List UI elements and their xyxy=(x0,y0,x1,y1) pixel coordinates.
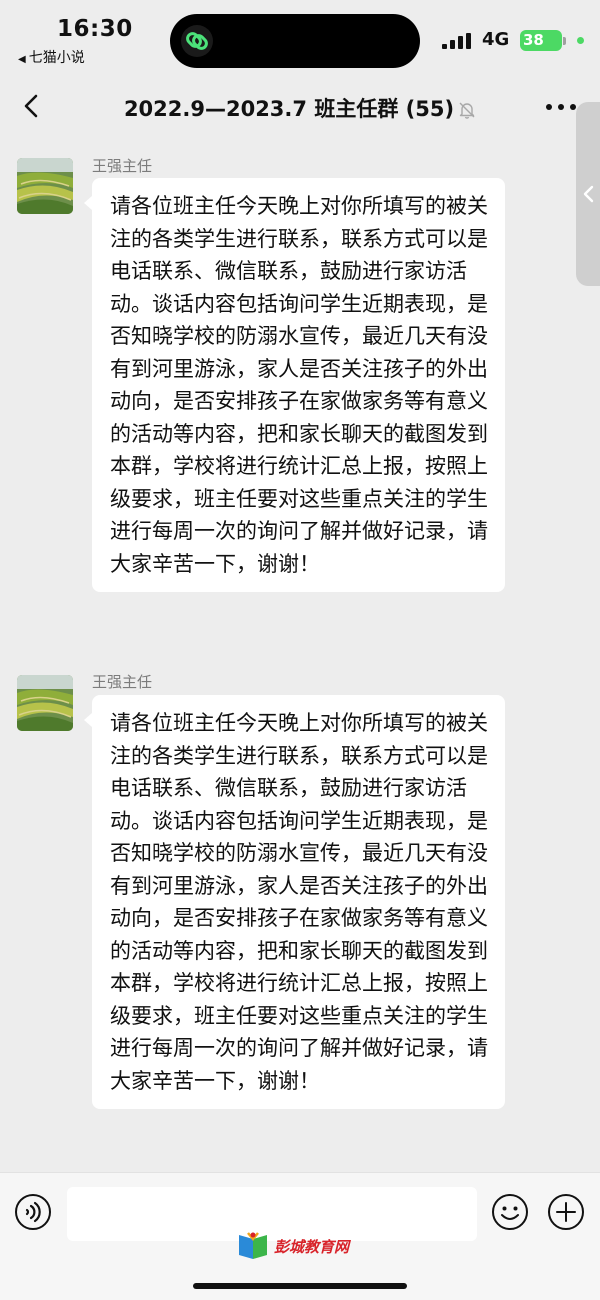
watermark: 彭城教育网 xyxy=(236,1231,349,1261)
home-indicator[interactable] xyxy=(193,1283,407,1289)
back-to-app-link[interactable]: ◀ 七猫小说 xyxy=(18,47,85,67)
message-bubble[interactable]: 请各位班主任今天晚上对你所填写的被关注的各类学生进行联系，联系方式可以是电话联系… xyxy=(84,178,505,592)
avatar[interactable] xyxy=(17,158,73,214)
chevron-left-small-icon xyxy=(583,185,594,203)
signal-icon xyxy=(442,33,471,49)
battery-level: 38 xyxy=(520,30,562,51)
dynamic-island xyxy=(170,14,420,68)
link-icon xyxy=(181,25,213,57)
watermark-text: 彭城教育网 xyxy=(274,1237,350,1256)
chat-title: 2022.9—2023.7 班主任群 (55) xyxy=(110,93,490,123)
book-logo-icon xyxy=(239,1232,267,1259)
chat-header: 2022.9—2023.7 班主任群 (55) xyxy=(0,76,600,136)
sender-name: 王强主任 xyxy=(92,673,153,691)
avatar-image xyxy=(17,675,73,731)
bell-off-icon xyxy=(459,102,475,119)
sender-name: 王强主任 xyxy=(92,157,153,175)
input-bar: 彭城教育网 xyxy=(0,1172,600,1300)
message-bubble[interactable]: 请各位班主任今天晚上对你所填写的被关注的各类学生进行联系，联系方式可以是电话联系… xyxy=(84,695,505,1109)
back-to-app-label: 七猫小说 xyxy=(28,50,85,66)
network-type: 4G xyxy=(482,29,510,50)
battery-cap xyxy=(563,37,566,45)
charging-indicator xyxy=(577,37,584,44)
more-dots-icon[interactable] xyxy=(545,102,577,112)
chevron-left-icon[interactable] xyxy=(18,90,48,122)
avatar[interactable] xyxy=(17,675,73,731)
avatar-image xyxy=(17,158,73,214)
plus-icon[interactable] xyxy=(547,1193,585,1231)
emoji-icon[interactable] xyxy=(491,1193,529,1231)
back-triangle-icon: ◀ xyxy=(18,54,26,65)
side-float-tab[interactable] xyxy=(576,102,600,286)
voice-icon[interactable] xyxy=(14,1193,52,1231)
chat-title-text: 2022.9—2023.7 班主任群 (55) xyxy=(123,97,455,121)
status-bar: 16:30 ◀ 七猫小说 4G 38 xyxy=(0,0,600,76)
status-time: 16:30 xyxy=(57,16,133,42)
